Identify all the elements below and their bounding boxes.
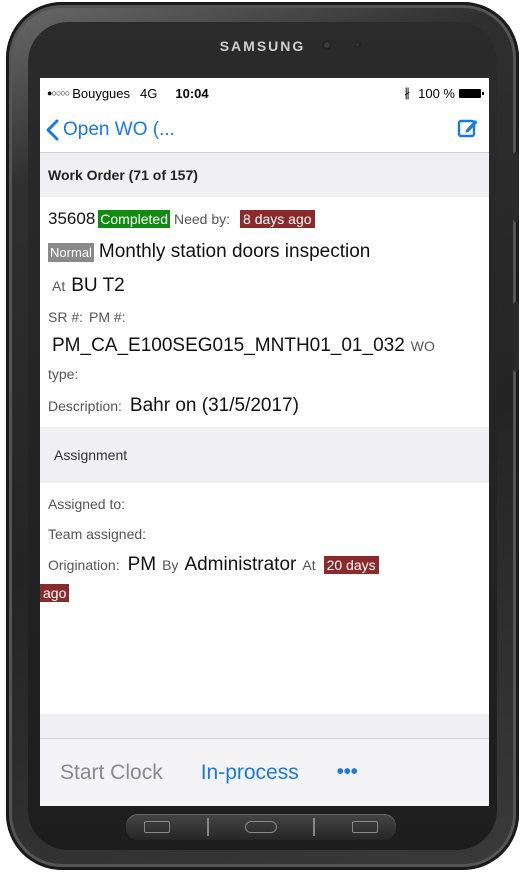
wo-status-row: 35608 Completed Need by: 8 days ago [48, 203, 489, 235]
signal-icon: ●○○○○ [47, 88, 70, 98]
description-row: Description: Bahr on (31/5/2017) [48, 387, 489, 425]
assignment-title: Assignment [54, 447, 128, 463]
app-screen: ●○○○○ Bouygues 4G 10:04 ∦ 100 % Open WO … [40, 78, 489, 738]
edit-icon [457, 119, 478, 137]
assignment-details: Assigned to: Team assigned: Origination:… [40, 483, 489, 605]
need-by-badge: 8 days ago [240, 210, 315, 228]
back-button[interactable]: Open WO (... [46, 119, 175, 141]
back-key[interactable] [351, 821, 378, 833]
origination-time-cont: ago [40, 581, 489, 605]
chevron-left-icon [46, 119, 59, 141]
at-time-label: At [302, 557, 316, 573]
in-process-button[interactable]: In-process [201, 761, 299, 785]
location-value: BU T2 [71, 275, 125, 296]
battery-percent: 100 % [418, 85, 455, 101]
status-badge: Completed [98, 210, 170, 228]
status-bar: ●○○○○ Bouygues 4G 10:04 ∦ 100 % [40, 78, 489, 108]
description-value: Bahr on (31/5/2017) [129, 395, 299, 416]
wo-title: Monthly station doors inspection [98, 241, 371, 262]
power-button[interactable] [513, 302, 519, 372]
pm-label: PM #: [89, 309, 126, 325]
work-order-header: Work Order (71 of 157) [40, 153, 489, 197]
start-clock-button[interactable]: Start Clock [60, 761, 163, 785]
team-row: Team assigned: [48, 519, 489, 549]
wo-type-label-cut: WO [410, 338, 435, 354]
bluetooth-icon: ∦ [404, 86, 411, 100]
bottom-toolbar: Start Clock In-process ••• [40, 738, 489, 806]
priority-badge: Normal [48, 242, 94, 262]
assigned-to-row: Assigned to: [48, 489, 489, 519]
next-section-divider [40, 714, 489, 738]
origination-time-badge-cont: ago [40, 584, 70, 602]
by-value: Administrator [184, 554, 297, 575]
network-type: 4G [140, 85, 158, 101]
battery-icon [459, 88, 484, 98]
origination-row: Origination: PM By Administrator At 20 d… [48, 549, 489, 581]
assigned-to-label: Assigned to: [48, 496, 126, 512]
sr-label: SR #: [48, 309, 84, 325]
pm-value: PM_CA_E100SEG015_MNTH01_01_032 [52, 335, 405, 356]
key-divider [206, 818, 209, 836]
at-label: At [52, 278, 66, 294]
edit-button[interactable] [457, 117, 479, 144]
recent-apps-key[interactable] [144, 821, 171, 833]
type-label: type: [48, 366, 79, 382]
back-label: Open WO (... [63, 119, 175, 140]
description-label: Description: [48, 398, 122, 414]
brand-logo: SAMSUNG [219, 38, 306, 54]
sensor-icon [354, 41, 361, 48]
key-divider [313, 818, 316, 836]
assignment-header: Assignment [40, 427, 489, 483]
need-by-label: Need by: [173, 211, 231, 227]
sr-pm-row: SR #: PM #: [48, 303, 489, 331]
camera-icon [322, 40, 332, 50]
hardware-keys [126, 814, 396, 840]
volume-button[interactable] [513, 152, 519, 222]
home-key[interactable] [244, 821, 277, 833]
status-time: 10:04 [175, 85, 209, 101]
team-label: Team assigned: [48, 526, 147, 542]
origination-label: Origination: [48, 557, 120, 573]
wo-title-row: Normal Monthly station doors inspection [48, 235, 489, 269]
navigation-bar: Open WO (... [40, 108, 489, 153]
origination-value: PM [127, 554, 157, 575]
work-order-details: 35608 Completed Need by: 8 days ago Norm… [40, 197, 489, 425]
more-actions-button[interactable]: ••• [337, 761, 358, 784]
wo-location-row: At BU T2 [48, 269, 489, 303]
by-label: By [162, 557, 179, 573]
type-row: type: [48, 361, 489, 387]
carrier-name: Bouygues [72, 85, 131, 101]
origination-time-badge: 20 days [323, 556, 379, 574]
pm-value-row: PM_CA_E100SEG015_MNTH01_01_032 WO [48, 331, 489, 361]
wo-number: 35608 [48, 209, 96, 228]
